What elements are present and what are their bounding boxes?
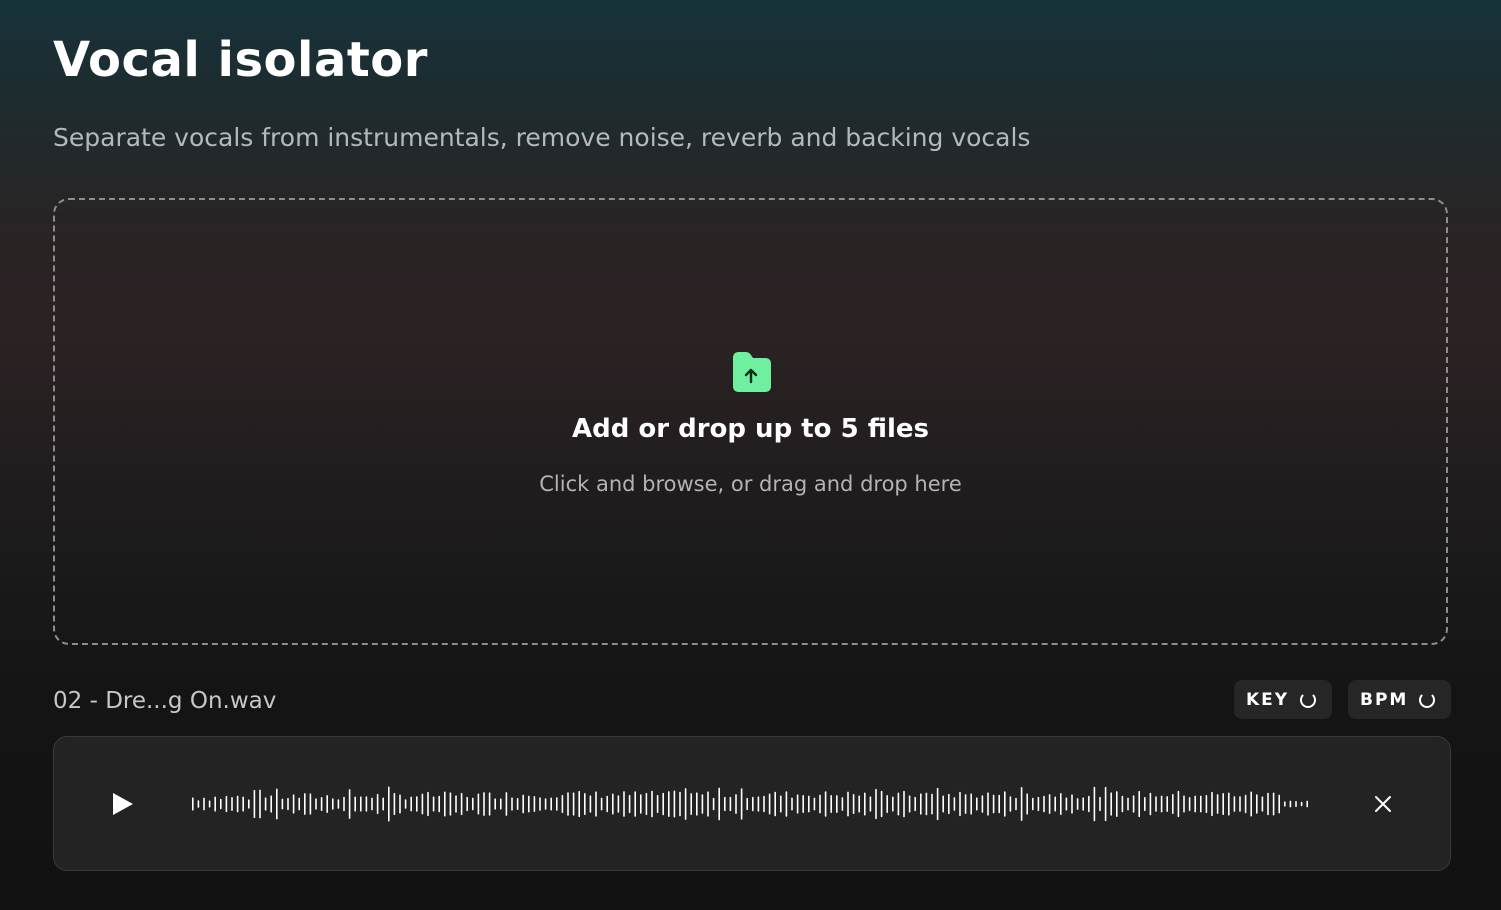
- page-subtitle: Separate vocals from instrumentals, remo…: [53, 123, 1031, 152]
- key-label: KEY: [1246, 689, 1290, 710]
- audio-player: [53, 736, 1451, 871]
- page-title: Vocal isolator: [53, 32, 428, 88]
- folder-upload-icon: [733, 352, 771, 392]
- bpm-detect-chip[interactable]: BPM: [1348, 680, 1451, 719]
- waveform[interactable]: [190, 779, 1310, 829]
- file-name: 02 - Dre...g On.wav: [53, 688, 277, 714]
- close-icon[interactable]: [1370, 791, 1396, 817]
- loading-spinner-icon: [1300, 691, 1317, 708]
- key-detect-chip[interactable]: KEY: [1234, 680, 1332, 719]
- dropzone-hint: Click and browse, or drag and drop here: [539, 472, 962, 496]
- file-dropzone[interactable]: Add or drop up to 5 files Click and brow…: [53, 198, 1448, 645]
- bpm-label: BPM: [1360, 689, 1409, 710]
- dropzone-title: Add or drop up to 5 files: [571, 414, 930, 444]
- loading-spinner-icon: [1419, 691, 1436, 708]
- play-icon[interactable]: [104, 787, 138, 821]
